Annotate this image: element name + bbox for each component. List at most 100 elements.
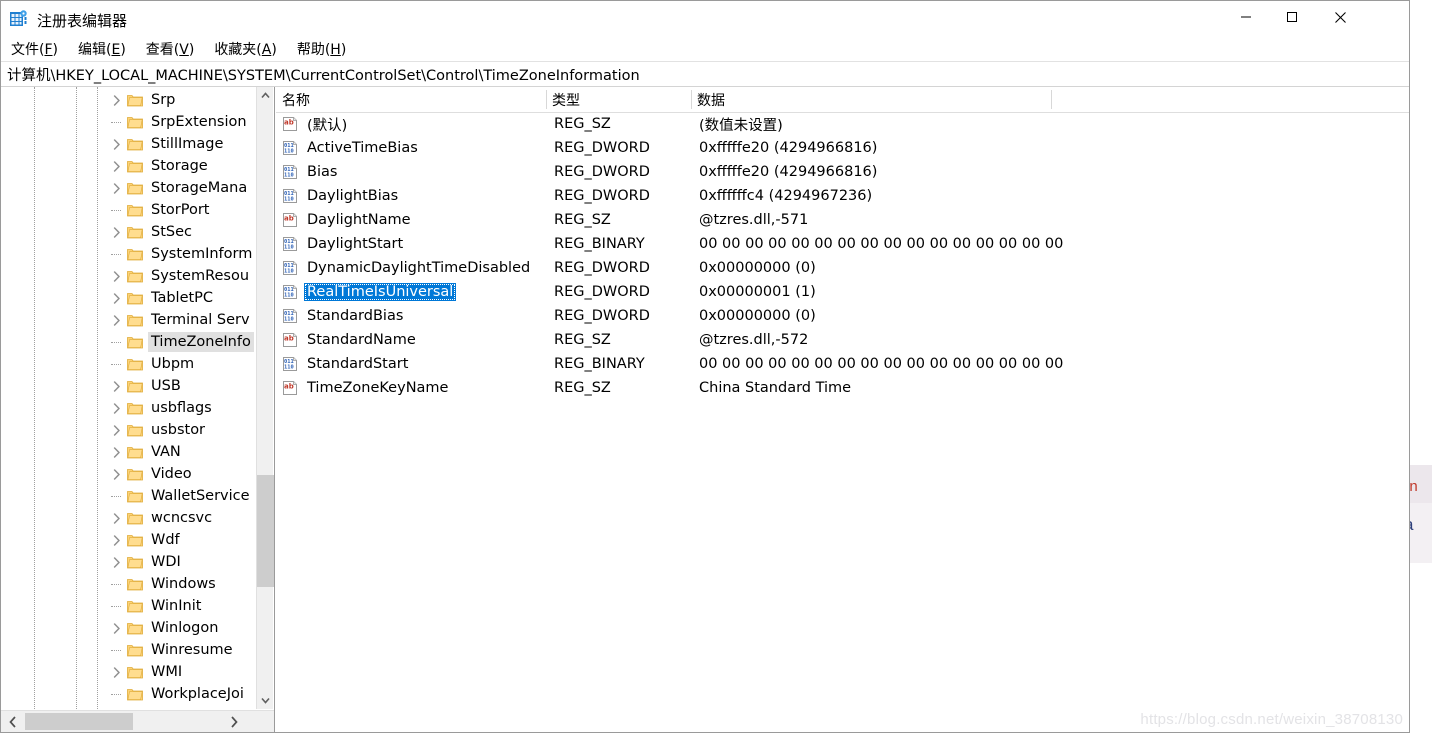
column-separator[interactable] bbox=[1051, 90, 1052, 109]
tree-item-label-box[interactable]: TimeZoneInfo bbox=[148, 332, 254, 352]
tree-item-srpextension[interactable]: SrpExtension bbox=[1, 111, 257, 133]
tree-item-label-box[interactable]: SrpExtension bbox=[148, 112, 250, 132]
chevron-right-icon[interactable] bbox=[109, 463, 125, 485]
chevron-right-icon[interactable] bbox=[109, 309, 125, 331]
tree-item-label-box[interactable]: Ubpm bbox=[148, 354, 197, 374]
tree-item-terminal-serv[interactable]: Terminal Serv bbox=[1, 309, 257, 331]
value-row[interactable]: 011 110 DynamicDaylightTimeDisabled REG_DWO… bbox=[276, 256, 1409, 280]
tree-item-timezoneinfo[interactable]: TimeZoneInfo bbox=[1, 331, 257, 353]
tree-item-label-box[interactable]: Winlogon bbox=[148, 618, 221, 638]
tree-item-label-box[interactable]: WinInit bbox=[148, 596, 204, 616]
chevron-right-icon[interactable] bbox=[109, 507, 125, 529]
tree-item-tabletpc[interactable]: TabletPC bbox=[1, 287, 257, 309]
chevron-right-icon[interactable] bbox=[109, 441, 125, 463]
value-row[interactable]: 011 110 StandardBias REG_DWORD 0x00000000 (0… bbox=[276, 304, 1409, 328]
chevron-right-icon[interactable] bbox=[109, 155, 125, 177]
tree-item-video[interactable]: Video bbox=[1, 463, 257, 485]
tree-item-label-box[interactable]: Srp bbox=[148, 90, 178, 110]
tree-item-label-box[interactable]: Winresume bbox=[148, 640, 236, 660]
column-header-type[interactable]: 类型 bbox=[546, 87, 691, 112]
tree-item-usbflags[interactable]: usbflags bbox=[1, 397, 257, 419]
chevron-right-icon[interactable] bbox=[109, 221, 125, 243]
tree-item-label-box[interactable]: WalletService bbox=[148, 486, 253, 506]
chevron-right-icon[interactable] bbox=[109, 397, 125, 419]
tree-item-label-box[interactable]: usbstor bbox=[148, 420, 208, 440]
tree-item-label-box[interactable]: StorPort bbox=[148, 200, 212, 220]
minimize-button[interactable] bbox=[1223, 1, 1269, 33]
chevron-right-icon[interactable] bbox=[109, 375, 125, 397]
value-row[interactable]: 011 110 DaylightStart REG_BINARY 00 00 00 00… bbox=[276, 232, 1409, 256]
close-button[interactable] bbox=[1317, 1, 1363, 33]
chevron-right-icon[interactable] bbox=[109, 265, 125, 287]
column-header-data[interactable]: 数据 bbox=[691, 87, 1051, 112]
tree-item-label-box[interactable]: SystemResou bbox=[148, 266, 252, 286]
value-row[interactable]: 011 110 DaylightBias REG_DWORD 0xffffffc4 (4… bbox=[276, 184, 1409, 208]
tree-hscrollbar-thumb[interactable] bbox=[25, 713, 133, 730]
tree-item-label-box[interactable]: Windows bbox=[148, 574, 219, 594]
tree-item-winresume[interactable]: Winresume bbox=[1, 639, 257, 661]
value-name-cell[interactable]: TimeZoneKeyName bbox=[304, 376, 451, 400]
chevron-right-icon[interactable] bbox=[109, 551, 125, 573]
tree-item-label-box[interactable]: Video bbox=[148, 464, 195, 484]
value-row[interactable]: 011 110 ActiveTimeBias REG_DWORD 0xfffffe20 … bbox=[276, 136, 1409, 160]
tree-item-usb[interactable]: USB bbox=[1, 375, 257, 397]
tree-item-label-box[interactable]: USB bbox=[148, 376, 184, 396]
tree-item-storagemana[interactable]: StorageMana bbox=[1, 177, 257, 199]
tree-item-label-box[interactable]: VAN bbox=[148, 442, 184, 462]
chevron-right-icon[interactable] bbox=[109, 89, 125, 111]
chevron-right-icon[interactable] bbox=[109, 529, 125, 551]
value-name-cell[interactable]: DaylightBias bbox=[304, 184, 401, 208]
chevron-right-icon[interactable] bbox=[109, 287, 125, 309]
tree-item-label-box[interactable]: WDI bbox=[148, 552, 184, 572]
tree-item-label-box[interactable]: Wdf bbox=[148, 530, 183, 550]
tree-item-stillimage[interactable]: StillImage bbox=[1, 133, 257, 155]
tree-item-label-box[interactable]: TabletPC bbox=[148, 288, 216, 308]
tree-item-wmi[interactable]: WMI bbox=[1, 661, 257, 683]
tree-item-storage[interactable]: Storage bbox=[1, 155, 257, 177]
chevron-right-icon[interactable] bbox=[109, 419, 125, 441]
scroll-up-arrow-icon[interactable] bbox=[257, 87, 274, 104]
value-name-cell[interactable]: StandardName bbox=[304, 328, 419, 352]
value-name-cell[interactable]: DynamicDaylightTimeDisabled bbox=[304, 256, 533, 280]
value-name-cell[interactable]: StandardBias bbox=[304, 304, 406, 328]
tree-item-label-box[interactable]: Terminal Serv bbox=[148, 310, 253, 330]
tree-item-usbstor[interactable]: usbstor bbox=[1, 419, 257, 441]
scroll-right-arrow-icon[interactable] bbox=[224, 711, 244, 732]
address-bar[interactable]: 计算机\HKEY_LOCAL_MACHINE\SYSTEM\CurrentCon… bbox=[1, 62, 1409, 87]
value-name-cell[interactable]: Bias bbox=[304, 160, 340, 184]
tree-item-windows[interactable]: Windows bbox=[1, 573, 257, 595]
tree-item-wdf[interactable]: Wdf bbox=[1, 529, 257, 551]
tree-item-label-box[interactable]: StillImage bbox=[148, 134, 226, 154]
tree-item-van[interactable]: VAN bbox=[1, 441, 257, 463]
value-name-cell[interactable]: (默认) bbox=[304, 112, 350, 136]
tree-item-walletservice[interactable]: WalletService bbox=[1, 485, 257, 507]
tree-item-winlogon[interactable]: Winlogon bbox=[1, 617, 257, 639]
tree-item-label-box[interactable]: usbflags bbox=[148, 398, 215, 418]
tree-item-wdi[interactable]: WDI bbox=[1, 551, 257, 573]
value-name-cell[interactable]: StandardStart bbox=[304, 352, 411, 376]
value-name-cell[interactable]: DaylightStart bbox=[304, 232, 406, 256]
tree-item-label-box[interactable]: StorageMana bbox=[148, 178, 250, 198]
menu-help[interactable]: 帮助(H) bbox=[297, 39, 346, 59]
tree-item-label-box[interactable]: WMI bbox=[148, 662, 185, 682]
value-name-cell[interactable]: RealTimeIsUniversal bbox=[304, 280, 457, 304]
column-header-name[interactable]: 名称 bbox=[276, 87, 546, 112]
value-row[interactable]: 011 110 RealTimeIsUniversal REG_DWORD 0x0000… bbox=[276, 280, 1409, 304]
tree-item-ubpm[interactable]: Ubpm bbox=[1, 353, 257, 375]
tree-item-label-box[interactable]: StSec bbox=[148, 222, 195, 242]
chevron-right-icon[interactable] bbox=[109, 177, 125, 199]
tree-vertical-scrollbar[interactable] bbox=[256, 87, 274, 709]
value-row[interactable]: 011 110 StandardStart REG_BINARY 00 00 00 00… bbox=[276, 352, 1409, 376]
menu-favorites[interactable]: 收藏夹(A) bbox=[214, 39, 277, 59]
value-name-cell[interactable]: DaylightName bbox=[304, 208, 414, 232]
chevron-right-icon[interactable] bbox=[109, 617, 125, 639]
tree-horizontal-scrollbar[interactable] bbox=[1, 710, 274, 732]
tree-item-srp[interactable]: Srp bbox=[1, 89, 257, 111]
menu-edit[interactable]: 编辑(E) bbox=[78, 39, 126, 59]
tree-item-storport[interactable]: StorPort bbox=[1, 199, 257, 221]
tree-item-wcncsvc[interactable]: wcncsvc bbox=[1, 507, 257, 529]
value-row[interactable]: ab StandardName REG_SZ @tzres.dll,-572 bbox=[276, 328, 1409, 352]
scroll-left-arrow-icon[interactable] bbox=[3, 711, 23, 732]
tree-item-stsec[interactable]: StSec bbox=[1, 221, 257, 243]
tree-item-label-box[interactable]: Storage bbox=[148, 156, 211, 176]
